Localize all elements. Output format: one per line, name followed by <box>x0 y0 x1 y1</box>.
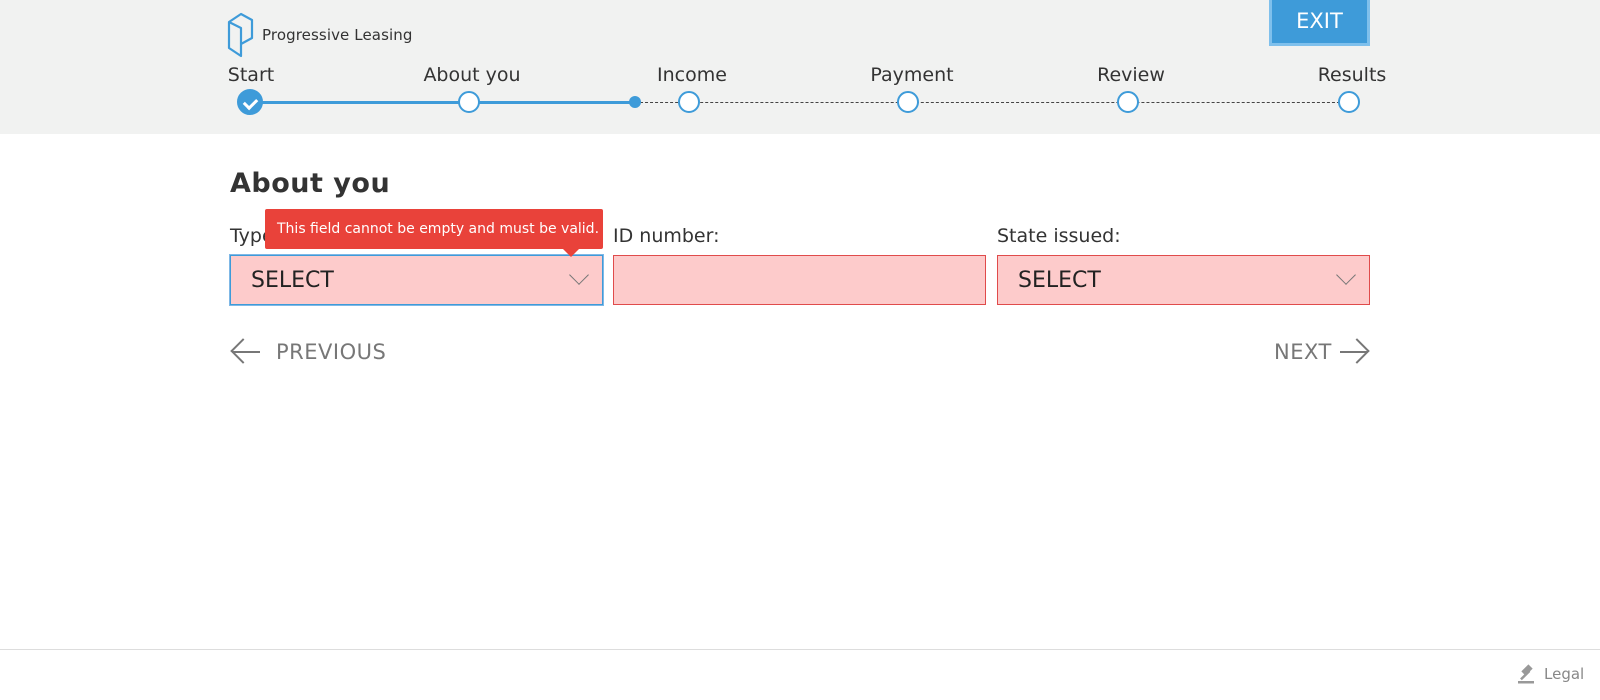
brand-name: Progressive Leasing <box>262 26 413 44</box>
step-node-payment <box>897 91 919 113</box>
state-issued-select[interactable]: SELECT <box>997 255 1370 305</box>
step-label-payment: Payment <box>870 64 954 86</box>
validation-tooltip: This field cannot be empty and must be v… <box>265 209 603 257</box>
step-label-results: Results <box>1317 64 1387 86</box>
step-node-about-you <box>458 91 480 113</box>
next-label: NEXT <box>1274 340 1332 364</box>
footer: Legal <box>0 649 1600 700</box>
step-label-about-you: About you <box>423 64 521 86</box>
step-label-start: Start <box>227 64 275 86</box>
progress-line-remaining <box>635 102 1350 103</box>
chevron-down-icon <box>1336 265 1356 285</box>
previous-button[interactable]: PREVIOUS <box>230 338 386 366</box>
page-title: About you <box>230 168 391 199</box>
header: Progressive Leasing EXIT Start About you… <box>0 0 1600 134</box>
type-select-value: SELECT <box>251 268 334 293</box>
step-node-income <box>678 91 700 113</box>
state-issued-value: SELECT <box>1018 268 1101 293</box>
id-number-label: ID number: <box>613 225 720 247</box>
gavel-icon <box>1518 664 1534 684</box>
arrow-left-icon <box>230 338 262 366</box>
legal-label: Legal <box>1544 665 1585 683</box>
step-label-review: Review <box>1097 64 1165 86</box>
step-node-review <box>1117 91 1139 113</box>
arrow-right-icon <box>1338 338 1370 366</box>
brand-logo[interactable]: Progressive Leasing <box>226 12 412 58</box>
step-label-income: Income <box>657 64 727 86</box>
type-select[interactable]: SELECT <box>230 255 603 305</box>
id-number-input[interactable] <box>613 255 986 305</box>
next-button[interactable]: NEXT <box>1274 338 1370 366</box>
step-node-start-check-icon <box>237 89 263 115</box>
state-issued-label: State issued: <box>997 225 1121 247</box>
progressive-logo-icon <box>227 12 254 58</box>
exit-button[interactable]: EXIT <box>1269 0 1370 46</box>
progress-line-complete <box>250 101 635 104</box>
previous-label: PREVIOUS <box>276 340 387 364</box>
legal-link[interactable]: Legal <box>1516 663 1584 685</box>
step-node-results <box>1338 91 1360 113</box>
chevron-down-icon <box>569 265 589 285</box>
progress-marker <box>629 96 641 108</box>
